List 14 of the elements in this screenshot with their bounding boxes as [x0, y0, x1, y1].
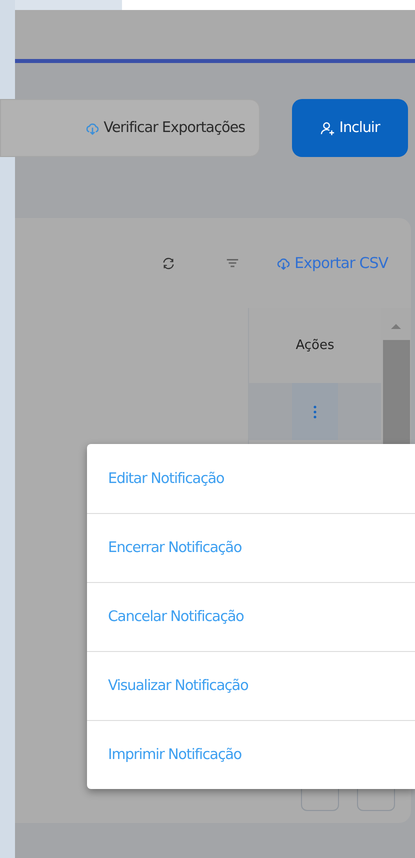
menu-item[interactable]: Cancelar Notificação: [87, 582, 415, 651]
menu-item[interactable]: Visualizar Notificação: [87, 651, 415, 720]
menu-item[interactable]: Imprimir Notificação: [87, 720, 415, 789]
refresh-icon[interactable]: [160, 256, 176, 270]
add-user-icon: [320, 120, 336, 136]
menu-item[interactable]: Editar Notificação: [87, 444, 415, 513]
menu-item[interactable]: Encerrar Notificação: [87, 513, 415, 582]
add-button[interactable]: Incluir: [292, 99, 408, 157]
check-exports-button[interactable]: Verificar Exportações: [0, 99, 260, 157]
cloud-download-icon: [84, 120, 100, 136]
more-icon: [313, 404, 317, 418]
cloud-download-icon: [276, 256, 290, 270]
export-csv-link[interactable]: Exportar CSV: [276, 254, 388, 272]
scroll-up-icon[interactable]: [390, 322, 402, 330]
